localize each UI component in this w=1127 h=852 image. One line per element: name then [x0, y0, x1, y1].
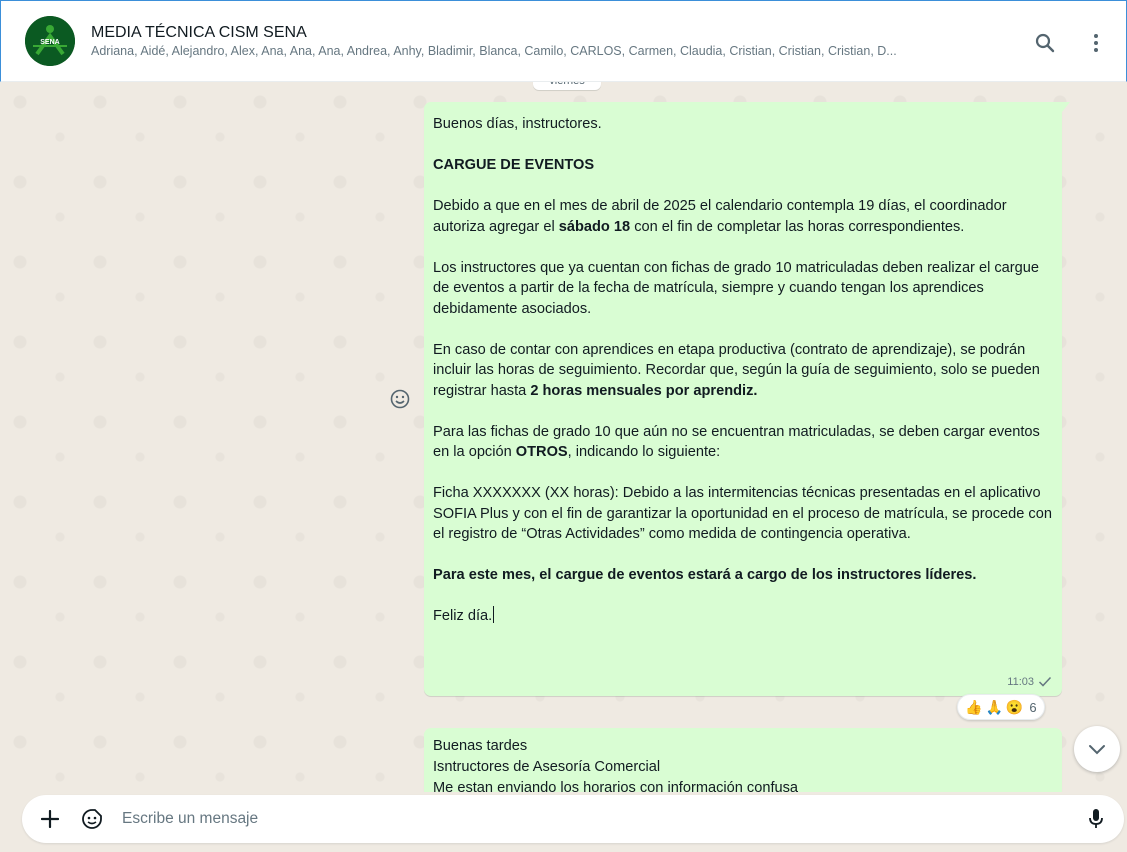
group-title: MEDIA TÉCNICA CISM SENA	[91, 23, 307, 41]
reaction-emoji: 👍	[965, 698, 983, 715]
composer	[22, 795, 1124, 843]
sena-logo-icon: SENA	[25, 16, 75, 66]
reaction-count: 6	[1029, 699, 1037, 715]
group-members: Adriana, Aidé, Alejandro, Alex, Ana, Ana…	[91, 43, 897, 58]
avatar-text: SENA	[40, 39, 59, 46]
message-bubble-outgoing[interactable]: Buenas tardes Isntructores de Asesoría C…	[424, 728, 1062, 792]
message-list[interactable]: viernes Buenos días, instructores. CARGU…	[0, 82, 1127, 792]
message-line: Buenas tardes	[433, 738, 528, 754]
date-divider: viernes	[533, 82, 601, 90]
message-paragraph-6: Para este mes, el cargue de eventos esta…	[433, 567, 977, 583]
menu-icon[interactable]	[1082, 29, 1110, 57]
composer-bar	[0, 792, 1127, 852]
message-time: 11:03	[1007, 675, 1034, 688]
message-greeting: Buenos días, instructores.	[433, 116, 602, 132]
message-paragraph-4: Para las fichas de grado 10 que aún no s…	[433, 423, 1040, 461]
reactions-bar[interactable]: 👍 🙏 😮 6	[957, 694, 1045, 720]
message-line: Isntructores de Asesoría Comercial	[433, 759, 661, 775]
message-line: Me estan enviando los horarios con infor…	[433, 780, 799, 792]
sticker-icon[interactable]	[80, 807, 104, 831]
text-cursor	[493, 606, 495, 623]
message-paragraph-3: En caso de contar con aprendices en etap…	[433, 341, 1040, 399]
check-icon	[1038, 677, 1052, 687]
message-paragraph-5: Ficha XXXXXXX (XX horas): Debido a las i…	[433, 485, 1052, 542]
chevron-down-icon	[1089, 745, 1105, 755]
message-paragraph-1: Debido a que en el mes de abril de 2025 …	[433, 198, 1007, 235]
message-meta: 11:03	[1007, 672, 1052, 693]
reaction-emoji: 🙏	[985, 698, 1003, 715]
message-bubble-outgoing[interactable]: Buenos días, instructores. CARGUE DE EVE…	[424, 102, 1070, 696]
plus-icon[interactable]	[38, 807, 62, 831]
group-avatar[interactable]: SENA	[25, 16, 75, 66]
scroll-to-bottom-button[interactable]	[1074, 726, 1120, 772]
mic-icon[interactable]	[1084, 807, 1108, 831]
search-icon[interactable]	[1031, 29, 1059, 57]
chat-info[interactable]: MEDIA TÉCNICA CISM SENA Adriana, Aidé, A…	[91, 23, 991, 60]
chat-header: SENA MEDIA TÉCNICA CISM SENA Adriana, Ai…	[0, 0, 1127, 82]
message-closing: Feliz día.	[433, 606, 495, 624]
message-heading: CARGUE DE EVENTOS	[433, 157, 595, 173]
message-input[interactable]	[122, 803, 1062, 835]
react-emoji-icon[interactable]	[388, 387, 412, 411]
message-paragraph-2: Los instructores que ya cuentan con fich…	[433, 259, 1040, 317]
reaction-emoji: 😮	[1005, 698, 1024, 715]
